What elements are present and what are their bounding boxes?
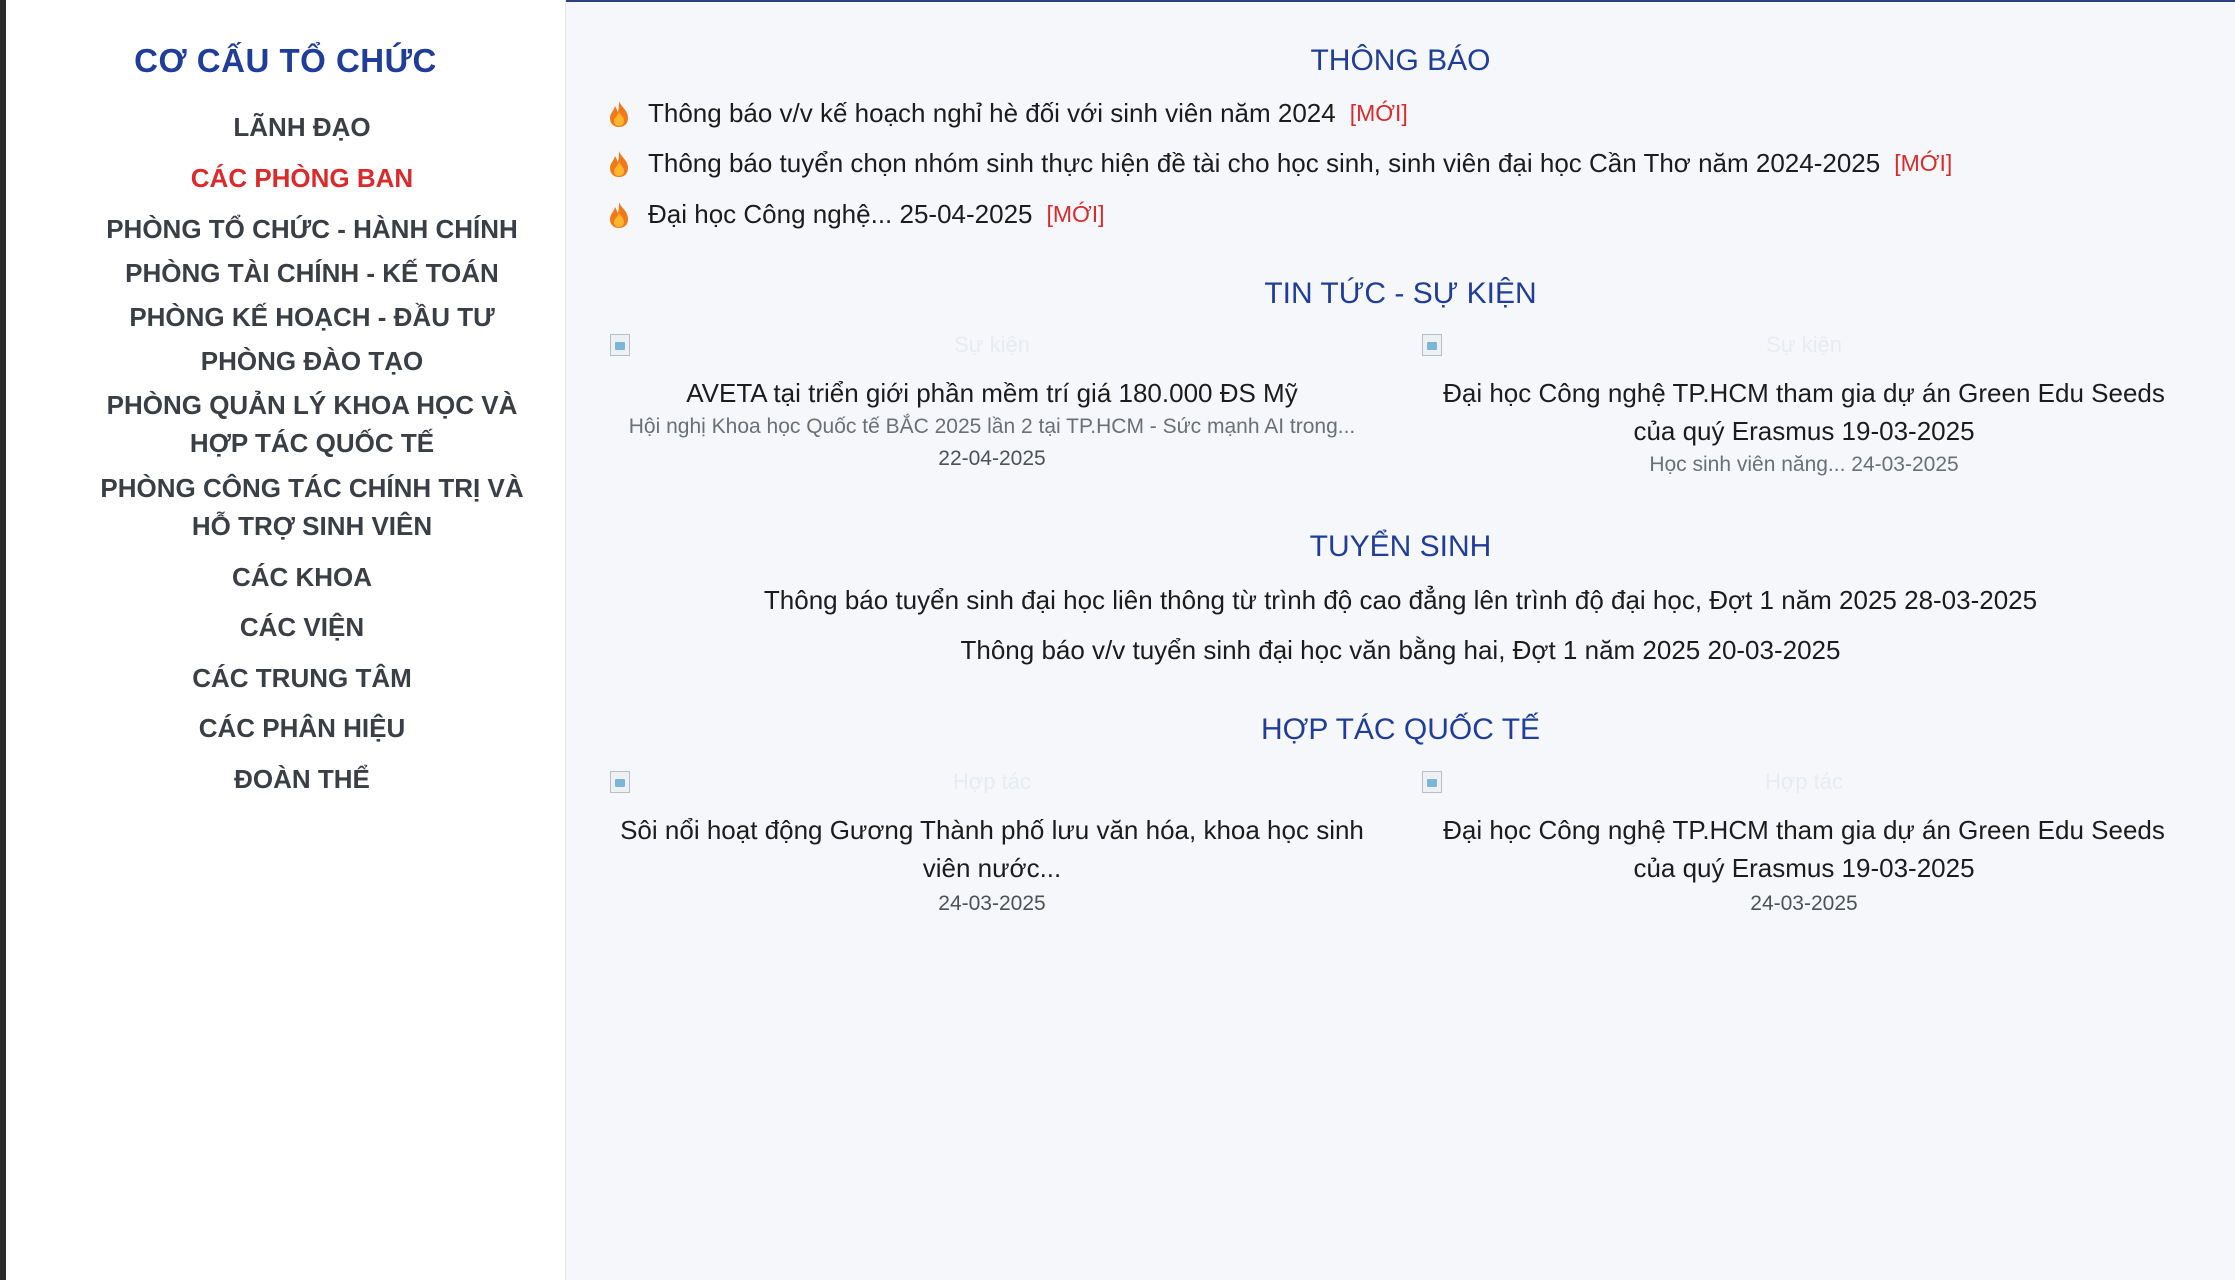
notices-section-title: THÔNG BÁO	[1310, 44, 1491, 77]
cooperation-card[interactable]: Hợp tác Sôi nổi hoạt động Gương Thành ph…	[602, 763, 1382, 921]
admission-item[interactable]: Thông báo tuyển sinh đại học liên thông …	[566, 585, 2235, 616]
notice-text[interactable]: Đại học Công nghệ... 25-04-2025	[648, 199, 1033, 230]
new-badge: [MỚI]	[1349, 100, 1408, 126]
news-title[interactable]: AVETA tại triển giới phần mềm trí giá 18…	[618, 374, 1366, 412]
cooperation-title[interactable]: Đại học Công nghệ TP.HCM tham gia dự án …	[1430, 811, 2178, 887]
new-badge: [MỚI]	[1894, 150, 1953, 176]
sidebar-item-student-affairs-office[interactable]: PHÒNG CÔNG TÁC CHÍNH TRỊ VÀ HỖ TRỢ SINH …	[82, 469, 542, 545]
sidebar-item-leadership[interactable]: LÃNH ĐẠO	[72, 108, 532, 146]
news-card[interactable]: Sự kiện AVETA tại triển giới phần mềm tr…	[602, 326, 1382, 476]
news-date: 22-04-2025	[938, 447, 1046, 470]
sidebar-item-departments[interactable]: CÁC PHÒNG BAN	[72, 159, 532, 197]
new-badge: [MỚI]	[1046, 201, 1105, 227]
sidebar-title: CƠ CẤU TỔ CHỨC	[134, 42, 437, 79]
notice-text[interactable]: Thông báo tuyển chọn nhóm sinh thực hiện…	[648, 148, 1880, 179]
cooperation-title[interactable]: Sôi nổi hoạt động Gương Thành phố lưu vă…	[618, 811, 1366, 887]
admissions-section-title: TUYỂN SINH	[1309, 530, 1492, 563]
news-section-title: TIN TỨC - SỰ KIỆN	[1264, 277, 1537, 310]
sidebar-item-institutes[interactable]: CÁC VIỆN	[72, 608, 532, 646]
notice-item[interactable]: Thông báo tuyển chọn nhóm sinh thực hiện…	[608, 148, 1952, 179]
image-alt-text: Sự kiện	[1766, 332, 1842, 357]
notice-text[interactable]: Thông báo v/v kế hoạch nghỉ hè đối với s…	[648, 98, 1336, 129]
fire-icon	[610, 150, 628, 177]
sidebar-item-science-cooperation-office[interactable]: PHÒNG QUẢN LÝ KHOA HỌC VÀ HỢP TÁC QUỐC T…	[82, 386, 542, 462]
news-card[interactable]: Sự kiện Đại học Công nghệ TP.HCM tham gi…	[1414, 326, 2194, 480]
cooperation-section-title: HỢP TÁC QUỐC TẾ	[1260, 713, 1541, 746]
news-title[interactable]: Đại học Công nghệ TP.HCM tham gia dự án …	[1430, 374, 2178, 450]
sidebar-item-faculties[interactable]: CÁC KHOA	[72, 558, 532, 596]
notice-item[interactable]: Thông báo v/v kế hoạch nghỉ hè đối với s…	[608, 98, 1408, 129]
image-alt-text: Hợp tác	[1764, 769, 1843, 794]
sidebar-item-finance-office[interactable]: PHÒNG TÀI CHÍNH - KẾ TOÁN	[82, 254, 542, 292]
sidebar-item-branches[interactable]: CÁC PHÂN HIỆU	[72, 709, 532, 747]
main-content: THÔNG BÁO Thông báo v/v kế hoạch nghỉ hè…	[566, 0, 2235, 1280]
sidebar-item-centers[interactable]: CÁC TRUNG TÂM	[72, 659, 532, 697]
cooperation-card[interactable]: Hợp tác Đại học Công nghệ TP.HCM tham gi…	[1414, 763, 2194, 921]
fire-icon	[610, 100, 628, 127]
sidebar-item-unions[interactable]: ĐOÀN THỂ	[72, 760, 532, 798]
news-image[interactable]: Sự kiện	[602, 326, 1382, 374]
sidebar-item-training-office[interactable]: PHÒNG ĐÀO TẠO	[82, 342, 542, 380]
news-description: Hội nghị Khoa học Quốc tế BẮC 2025 lần 2…	[628, 415, 1356, 438]
notice-item[interactable]: Đại học Công nghệ... 25-04-2025 [MỚI]	[608, 199, 1105, 230]
admission-item[interactable]: Thông báo v/v tuyển sinh đại học văn bằn…	[566, 635, 2235, 666]
fire-icon	[610, 201, 628, 228]
sidebar-item-planning-office[interactable]: PHÒNG KẾ HOẠCH - ĐẦU TƯ	[82, 298, 542, 336]
image-alt-text: Sự kiện	[954, 332, 1030, 357]
news-image[interactable]: Sự kiện	[1414, 326, 2194, 374]
cooperation-date: 24-03-2025	[938, 892, 1046, 915]
org-structure-sidebar: CƠ CẤU TỔ CHỨC LÃNH ĐẠO CÁC PHÒNG BAN PH…	[6, 0, 566, 1280]
cooperation-image[interactable]: Hợp tác	[602, 763, 1382, 811]
sidebar-item-admin-office[interactable]: PHÒNG TỔ CHỨC - HÀNH CHÍNH	[82, 210, 542, 248]
news-description: Học sinh viên năng... 24-03-2025	[1649, 453, 1959, 476]
cooperation-date: 24-03-2025	[1750, 892, 1858, 915]
image-alt-text: Hợp tác	[952, 769, 1031, 794]
cooperation-image[interactable]: Hợp tác	[1414, 763, 2194, 811]
